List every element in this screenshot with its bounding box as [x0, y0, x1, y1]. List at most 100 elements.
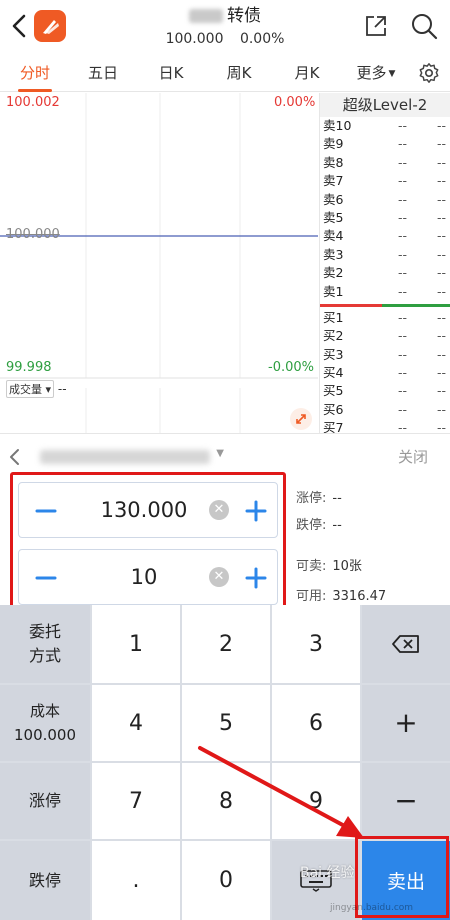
sell-level-row[interactable]: 卖8 -- -- [320, 154, 450, 172]
sell-level-row[interactable]: 卖1 -- -- [320, 283, 450, 301]
share-icon[interactable] [364, 14, 388, 38]
key-5[interactable]: 5 [182, 685, 270, 761]
key-6[interactable]: 6 [272, 685, 360, 761]
order-type-key[interactable]: 委托 方式 [0, 605, 90, 683]
sell-level-row[interactable]: 卖2 -- -- [320, 264, 450, 282]
sell-level-label: 卖2 [323, 265, 344, 281]
sell-level-row[interactable]: 卖9 -- -- [320, 135, 450, 153]
watermark: Bai 经验 [300, 865, 355, 881]
buy-level-price: -- [398, 383, 408, 399]
tab-intraday[interactable]: 分时 [10, 56, 60, 92]
buy-level-label: 买1 [323, 309, 344, 325]
bid-ask-ratio-bar [320, 301, 450, 309]
buy-level-row[interactable]: 买1 -- -- [320, 309, 450, 327]
limit-up-label: 涨停: [296, 491, 327, 506]
cost-price-key[interactable]: 成本 100.000 [0, 685, 90, 761]
sell-level-price: -- [398, 265, 408, 281]
sell-level-volume: -- [437, 154, 447, 170]
key-7[interactable]: 7 [92, 763, 180, 839]
buy-level-label: 买6 [323, 401, 344, 417]
period-tabs: 分时 五日 日K 周K 月K 更多 ▼ [0, 56, 450, 92]
order-type-line2: 方式 [28, 646, 61, 665]
sell-level-row[interactable]: 卖3 -- -- [320, 246, 450, 264]
panel-back-icon[interactable] [8, 448, 22, 466]
header: 转债 100.000 0.00% [0, 0, 450, 56]
intraday-chart[interactable]: 100.002 0.00% 100.000 99.998 -0.00% 成交量 … [0, 93, 318, 433]
search-icon[interactable] [410, 12, 438, 40]
sell-level-price: -- [398, 118, 408, 133]
back-icon[interactable] [8, 12, 30, 40]
buy-level-row[interactable]: 买4 -- -- [320, 364, 450, 382]
buy-level-row[interactable]: 买2 -- -- [320, 327, 450, 345]
cost-line1: 成本 [29, 702, 60, 720]
backspace-key[interactable] [362, 605, 450, 683]
buy-level-price: -- [398, 346, 408, 362]
tab-monthly-k[interactable]: 月K [282, 56, 332, 92]
limit-up-value: -- [332, 491, 342, 506]
redacted-name [189, 9, 223, 23]
sell-level-row[interactable]: 卖4 -- -- [320, 227, 450, 245]
annotation-highlight-inputs [10, 472, 286, 608]
tab-more[interactable]: 更多 ▼ [350, 56, 402, 92]
key-9[interactable]: 9 [272, 763, 360, 839]
buy-level-price: -- [398, 401, 408, 417]
sell-level-label: 卖8 [323, 154, 344, 170]
sell-level-row[interactable]: 卖7 -- -- [320, 172, 450, 190]
limit-down-key[interactable]: 跌停 [0, 841, 90, 920]
key-3[interactable]: 3 [272, 605, 360, 683]
tab-daily-k[interactable]: 日K [146, 56, 196, 92]
buy-level-price: -- [398, 309, 408, 325]
sell-level-price: -- [398, 209, 408, 225]
key-8[interactable]: 8 [182, 763, 270, 839]
key-dot[interactable]: . [92, 841, 180, 920]
buy-level-row[interactable]: 买7 -- -- [320, 419, 450, 433]
limit-down-value: -- [332, 518, 342, 533]
buy-level-row[interactable]: 买6 -- -- [320, 401, 450, 419]
tab-weekly-k[interactable]: 周K [214, 56, 264, 92]
tab-five-day[interactable]: 五日 [78, 56, 128, 92]
available-info: 可用: 3316.47 [296, 585, 386, 604]
order-book-title: 超级Level-2 [320, 93, 450, 117]
gear-icon[interactable] [418, 62, 440, 84]
sellable-label: 可卖: [296, 559, 327, 574]
redacted-account [40, 450, 210, 464]
sell-level-row[interactable]: 卖10 -- -- [320, 117, 450, 135]
sell-level-volume: -- [437, 173, 447, 189]
buy-level-row[interactable]: 买5 -- -- [320, 382, 450, 400]
price-high-label: 100.002 [6, 95, 60, 110]
sell-level-label: 卖9 [323, 136, 344, 152]
volume-indicator-select[interactable]: 成交量 ▾ [6, 380, 55, 398]
sell-level-row[interactable]: 卖6 -- -- [320, 191, 450, 209]
sell-level-row[interactable]: 卖5 -- -- [320, 209, 450, 227]
key-1[interactable]: 1 [92, 605, 180, 683]
limit-down-label: 跌停: [296, 518, 327, 533]
price-mid-label: 100.000 [6, 227, 60, 242]
cost-line2: 100.000 [13, 726, 77, 744]
key-2[interactable]: 2 [182, 605, 270, 683]
limit-up-key[interactable]: 涨停 [0, 763, 90, 839]
close-button[interactable]: 关闭 [398, 446, 428, 467]
available-label: 可用: [296, 589, 327, 604]
price-low-label: 99.998 [6, 360, 52, 375]
buy-level-label: 买2 [323, 328, 344, 344]
expand-icon[interactable] [290, 408, 312, 430]
sell-level-label: 卖1 [323, 283, 344, 299]
stock-title: 转债 [120, 5, 330, 27]
buy-level-label: 买7 [323, 420, 344, 433]
stock-account-select[interactable]: ▼ [30, 446, 224, 468]
sell-level-label: 卖4 [323, 228, 344, 244]
key-4[interactable]: 4 [92, 685, 180, 761]
bid-ratio-bar [382, 303, 450, 307]
sell-level-volume: -- [437, 265, 447, 281]
minus-key[interactable]: − [362, 763, 450, 839]
sell-level-price: -- [398, 283, 408, 299]
sell-level-volume: -- [437, 209, 447, 225]
key-0[interactable]: 0 [182, 841, 270, 920]
buy-level-row[interactable]: 买3 -- -- [320, 346, 450, 364]
sell-level-price: -- [398, 246, 408, 262]
backspace-icon [392, 635, 419, 653]
plus-key[interactable]: + [362, 685, 450, 761]
sell-level-price: -- [398, 173, 408, 189]
change-percent: 0.00% [239, 31, 285, 47]
sell-level-volume: -- [437, 191, 447, 207]
